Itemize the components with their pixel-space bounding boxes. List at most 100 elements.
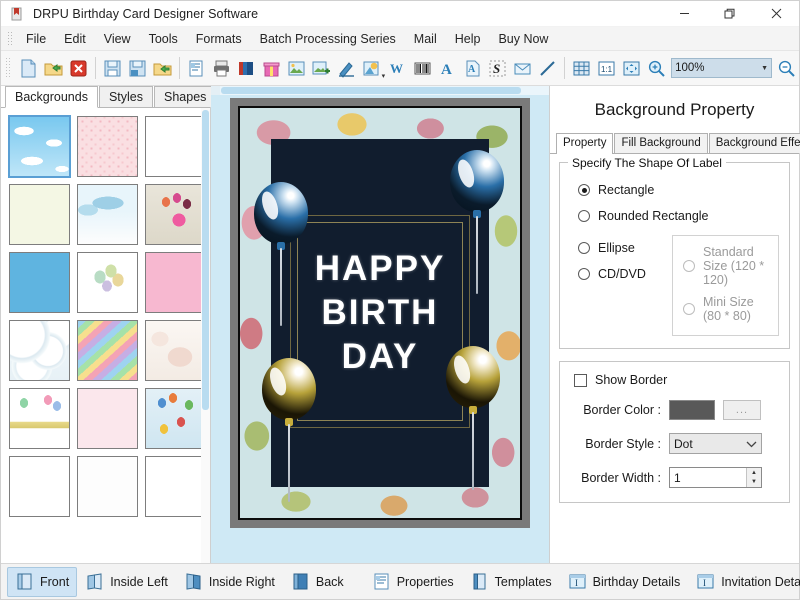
- restore-button[interactable]: [707, 1, 753, 27]
- background-bubbles[interactable]: [9, 320, 70, 381]
- radio-rectangle[interactable]: Rectangle: [578, 183, 779, 197]
- radio-cd-dvd-indicator[interactable]: [578, 268, 590, 280]
- background-rainbow-stripes[interactable]: [77, 320, 138, 381]
- background-colored-balloons[interactable]: [145, 388, 206, 449]
- background-happy-birthday[interactable]: [9, 388, 70, 449]
- radio-cd-dvd[interactable]: CD/DVD: [578, 267, 668, 281]
- envelope-icon[interactable]: [510, 55, 535, 82]
- spin-up-icon[interactable]: ▲: [747, 468, 761, 478]
- text-icon[interactable]: A: [435, 55, 460, 82]
- menu-item-help[interactable]: Help: [446, 29, 490, 49]
- signature-icon[interactable]: S: [485, 55, 510, 82]
- card-stack-icon[interactable]: [234, 55, 259, 82]
- gift-icon[interactable]: [259, 55, 284, 82]
- checkbox-show-border[interactable]: Show Border: [574, 373, 779, 387]
- bottom-tab-birthday-details[interactable]: I Birthday Details: [560, 567, 689, 597]
- background-sky-clouds[interactable]: [8, 115, 71, 178]
- actual-size-icon[interactable]: 1:1: [594, 55, 619, 82]
- save-icon[interactable]: [100, 55, 125, 82]
- save-as-icon[interactable]: [125, 55, 150, 82]
- radio-rounded-rectangle-indicator[interactable]: [578, 210, 590, 222]
- watermark-icon[interactable]: W: [385, 55, 410, 82]
- zoom-level-combobox[interactable]: 100% ▼: [671, 58, 773, 78]
- menu-item-formats[interactable]: Formats: [187, 29, 251, 49]
- background-winter-scene[interactable]: [77, 184, 138, 245]
- open-folder-icon[interactable]: [41, 55, 66, 82]
- background-butterflies[interactable]: [145, 116, 206, 177]
- toolbar-grip-handle[interactable]: [5, 57, 12, 79]
- chevron-down-icon[interactable]: [746, 440, 757, 448]
- menu-item-batch-processing-series[interactable]: Batch Processing Series: [251, 29, 405, 49]
- background-cream-blur[interactable]: [145, 320, 206, 381]
- close-document-icon[interactable]: [66, 55, 91, 82]
- canvas-horizontal-scrollbar[interactable]: [211, 86, 549, 95]
- border-width-value[interactable]: 1: [674, 471, 746, 485]
- bottom-tab-inside-left[interactable]: Inside Left: [77, 567, 176, 597]
- radio-ellipse-indicator[interactable]: [578, 242, 590, 254]
- balloon-blue-left[interactable]: [254, 182, 308, 326]
- card-frame[interactable]: HAPPY BIRTH DAY: [230, 98, 530, 528]
- bottom-tab-inside-right[interactable]: Inside Right: [176, 567, 283, 597]
- tab-backgrounds[interactable]: Backgrounds: [5, 86, 98, 108]
- zoom-out-icon[interactable]: [774, 55, 799, 82]
- background-white-balloons[interactable]: [77, 252, 138, 313]
- border-color-swatch[interactable]: [669, 400, 715, 420]
- chevron-down-icon[interactable]: ▼: [761, 65, 768, 72]
- shape-picture-icon[interactable]: [359, 55, 384, 82]
- pen-icon[interactable]: [334, 55, 359, 82]
- bottom-tab-invitation-details[interactable]: I Invitation Details: [688, 567, 800, 597]
- close-button[interactable]: [753, 1, 799, 27]
- canvas-horizontal-scrollbar-thumb[interactable]: [221, 87, 521, 94]
- tab-styles[interactable]: Styles: [98, 86, 154, 107]
- bottom-tab-front[interactable]: Front: [7, 566, 78, 597]
- line-icon[interactable]: [535, 55, 560, 82]
- background-pastel-hearts[interactable]: [9, 456, 70, 517]
- menu-grip-handle[interactable]: [7, 30, 14, 47]
- menu-item-view[interactable]: View: [95, 29, 140, 49]
- tab-background-effects[interactable]: Background Effects: [708, 133, 800, 153]
- menu-item-mail[interactable]: Mail: [405, 29, 446, 49]
- print-preview-icon[interactable]: [184, 55, 209, 82]
- menu-item-buy-now[interactable]: Buy Now: [489, 29, 557, 49]
- bottom-tab-properties[interactable]: Properties: [364, 567, 462, 597]
- add-image-icon[interactable]: [309, 55, 334, 82]
- radio-rounded-rectangle[interactable]: Rounded Rectangle: [578, 209, 779, 223]
- card-preview[interactable]: HAPPY BIRTH DAY: [238, 106, 522, 520]
- background-daisies[interactable]: [9, 184, 70, 245]
- border-style-select[interactable]: Dot: [669, 433, 762, 454]
- fit-to-window-icon[interactable]: [619, 55, 644, 82]
- left-panel-scrollbar-thumb[interactable]: [202, 110, 209, 410]
- radio-rectangle-indicator[interactable]: [578, 184, 590, 196]
- background-pink-hearts-stripes[interactable]: [77, 388, 138, 449]
- border-width-spin-buttons[interactable]: ▲ ▼: [746, 468, 761, 487]
- background-pink-gifts[interactable]: [145, 252, 206, 313]
- print-icon[interactable]: [209, 55, 234, 82]
- text-art-icon[interactable]: A: [460, 55, 485, 82]
- left-panel-scrollbar[interactable]: [201, 108, 210, 563]
- menu-item-file[interactable]: File: [17, 29, 55, 49]
- bottom-tab-templates[interactable]: Templates: [462, 567, 560, 597]
- background-red-hearts[interactable]: [145, 456, 206, 517]
- tab-fill-background[interactable]: Fill Background: [614, 133, 708, 153]
- menu-item-tools[interactable]: Tools: [140, 29, 187, 49]
- balloon-gold-left[interactable]: [262, 358, 316, 502]
- balloon-blue-right[interactable]: [450, 150, 504, 294]
- tab-property[interactable]: Property: [556, 133, 614, 154]
- menu-item-edit[interactable]: Edit: [55, 29, 95, 49]
- show-border-checkbox-indicator[interactable]: [574, 373, 587, 387]
- grid-icon[interactable]: [569, 55, 594, 82]
- insert-image-icon[interactable]: [284, 55, 309, 82]
- radio-ellipse[interactable]: Ellipse: [578, 241, 668, 255]
- balloon-gold-right[interactable]: [446, 346, 500, 490]
- minimize-button[interactable]: [661, 1, 707, 27]
- border-color-browse-button[interactable]: ...: [723, 400, 761, 420]
- background-pink-texture[interactable]: [77, 116, 138, 177]
- tab-shapes[interactable]: Shapes: [154, 86, 217, 107]
- background-blue-stars[interactable]: [9, 252, 70, 313]
- new-document-icon[interactable]: [16, 55, 41, 82]
- zoom-in-icon[interactable]: [644, 55, 669, 82]
- background-balloon-bunches[interactable]: [77, 456, 138, 517]
- bottom-tab-back[interactable]: Back: [283, 567, 352, 597]
- border-width-stepper[interactable]: 1 ▲ ▼: [669, 467, 762, 488]
- barcode-icon[interactable]: [410, 55, 435, 82]
